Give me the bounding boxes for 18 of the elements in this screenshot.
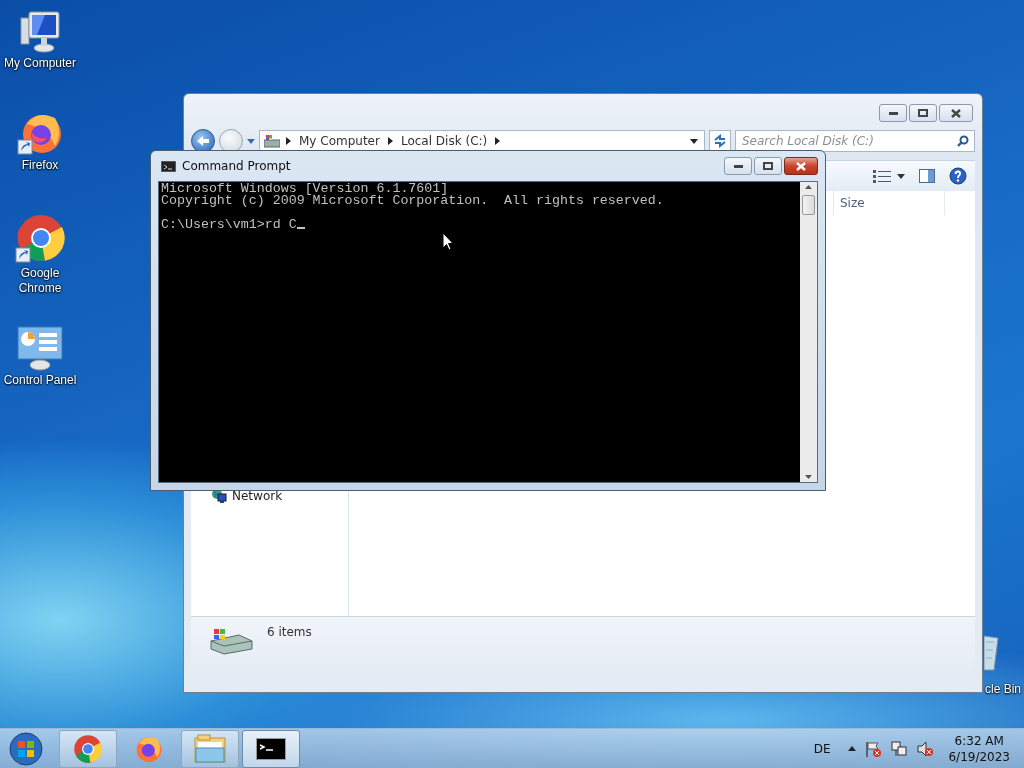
nav-item[interactable]: Network <box>232 489 283 503</box>
breadcrumb[interactable]: My Computer <box>299 134 380 148</box>
icon-label[interactable]: Firefox <box>21 158 59 173</box>
icon-label[interactable]: Control Panel <box>3 373 77 388</box>
icon-label: cle Bin <box>985 682 1022 697</box>
search-field[interactable]: Search Local Disk (C:) <box>735 130 975 152</box>
window-title: Command Prompt <box>182 159 292 173</box>
console-text: Microsoft Windows [Version 6.1.7601] <box>161 183 449 195</box>
language-indicator[interactable]: DE <box>813 741 831 756</box>
icon-label[interactable]: My Computer <box>4 56 76 71</box>
address-bar[interactable]: My Computer Local Disk (C:) <box>259 130 705 152</box>
item-count: 6 items <box>267 625 312 639</box>
clock[interactable]: 6:32 AM 6/19/2023 <box>948 732 1010 765</box>
command-line: C:\Users\vm1>rd C <box>161 217 297 232</box>
icon-label[interactable]: Google Chrome <box>2 266 78 296</box>
breadcrumb[interactable]: Local Disk (C:) <box>400 134 488 148</box>
column-header[interactable]: Size <box>833 191 945 215</box>
console-text: Copyright (c) 2009 Microsoft Corporation. All rights reserved. <box>161 195 665 207</box>
